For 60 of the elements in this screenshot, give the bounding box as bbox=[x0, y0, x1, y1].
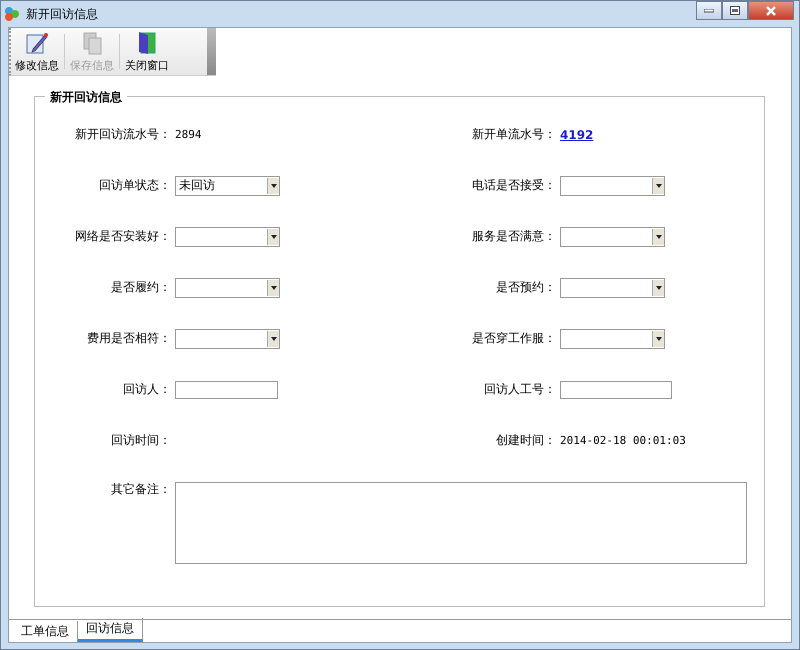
dropdown-field[interactable] bbox=[560, 328, 665, 348]
field-label: 其它备注： bbox=[110, 482, 172, 496]
field-label: 回访单状态： bbox=[98, 177, 172, 194]
tab[interactable]: 回访信息 bbox=[78, 618, 143, 642]
field-value: 2894 bbox=[175, 128, 202, 141]
field-label: 回访人： bbox=[122, 381, 172, 398]
toolbar-button[interactable]: 关闭窗口 bbox=[121, 28, 173, 75]
dropdown-field[interactable] bbox=[560, 176, 665, 196]
dropdown-button[interactable] bbox=[652, 178, 664, 194]
field-label: 服务是否满意： bbox=[471, 228, 557, 245]
app-icon bbox=[4, 6, 20, 22]
field-label: 创建时间： bbox=[495, 432, 557, 449]
field-label: 是否预约： bbox=[495, 279, 557, 296]
window-title: 新开回访信息 bbox=[26, 6, 98, 22]
dropdown-field[interactable] bbox=[560, 278, 665, 298]
close-button[interactable] bbox=[748, 1, 794, 20]
order-link[interactable]: 4192 bbox=[560, 128, 594, 142]
dropdown-button[interactable] bbox=[267, 178, 279, 194]
dropdown-field[interactable]: 未回访 bbox=[175, 176, 280, 196]
maximize-button[interactable] bbox=[722, 1, 748, 20]
field-label: 新开单流水号： bbox=[471, 126, 557, 143]
caret-icon bbox=[270, 184, 276, 188]
field-label: 电话是否接受： bbox=[471, 177, 557, 194]
close-icon bbox=[765, 6, 777, 16]
field-label: 费用是否相符： bbox=[86, 330, 172, 347]
dropdown-field[interactable] bbox=[175, 226, 280, 246]
field-label: 新开回访流水号： bbox=[74, 126, 172, 143]
field-label: 网络是否安装好： bbox=[74, 228, 172, 245]
remark-field[interactable] bbox=[175, 482, 747, 564]
caret-icon bbox=[656, 234, 662, 238]
minimize-icon bbox=[704, 8, 714, 12]
toolbar-overflow-handle[interactable] bbox=[207, 28, 216, 75]
field-value: 2014-02-18 00:01:03 bbox=[560, 434, 686, 447]
field-label: 是否穿工作服： bbox=[471, 330, 557, 347]
text-field[interactable] bbox=[560, 380, 672, 398]
tab[interactable]: 工单信息 bbox=[13, 621, 78, 642]
dropdown-button[interactable] bbox=[652, 228, 664, 244]
dropdown-button[interactable] bbox=[267, 228, 279, 244]
dropdown-field[interactable] bbox=[175, 328, 280, 348]
caret-icon bbox=[656, 286, 662, 290]
dropdown-button[interactable] bbox=[267, 280, 279, 296]
caret-icon bbox=[270, 234, 276, 238]
dropdown-field[interactable] bbox=[175, 278, 280, 298]
toolbar-button[interactable]: 修改信息 bbox=[11, 28, 63, 75]
caret-icon bbox=[656, 184, 662, 188]
dropdown-field[interactable] bbox=[560, 226, 665, 246]
text-field[interactable] bbox=[175, 380, 278, 398]
dropdown-button[interactable] bbox=[652, 330, 664, 346]
maximize-icon bbox=[730, 6, 740, 15]
caret-icon bbox=[656, 336, 662, 340]
minimize-button[interactable] bbox=[696, 1, 722, 20]
caret-icon bbox=[270, 336, 276, 340]
group-title: 新开回访信息 bbox=[45, 89, 127, 106]
field-label: 回访人工号： bbox=[483, 381, 557, 398]
pencil-icon bbox=[25, 30, 49, 54]
field-label: 是否履约： bbox=[110, 279, 172, 296]
caret-icon bbox=[270, 286, 276, 290]
field-label: 回访时间： bbox=[110, 432, 172, 449]
dropdown-button[interactable] bbox=[267, 330, 279, 346]
dropdown-button[interactable] bbox=[652, 280, 664, 296]
